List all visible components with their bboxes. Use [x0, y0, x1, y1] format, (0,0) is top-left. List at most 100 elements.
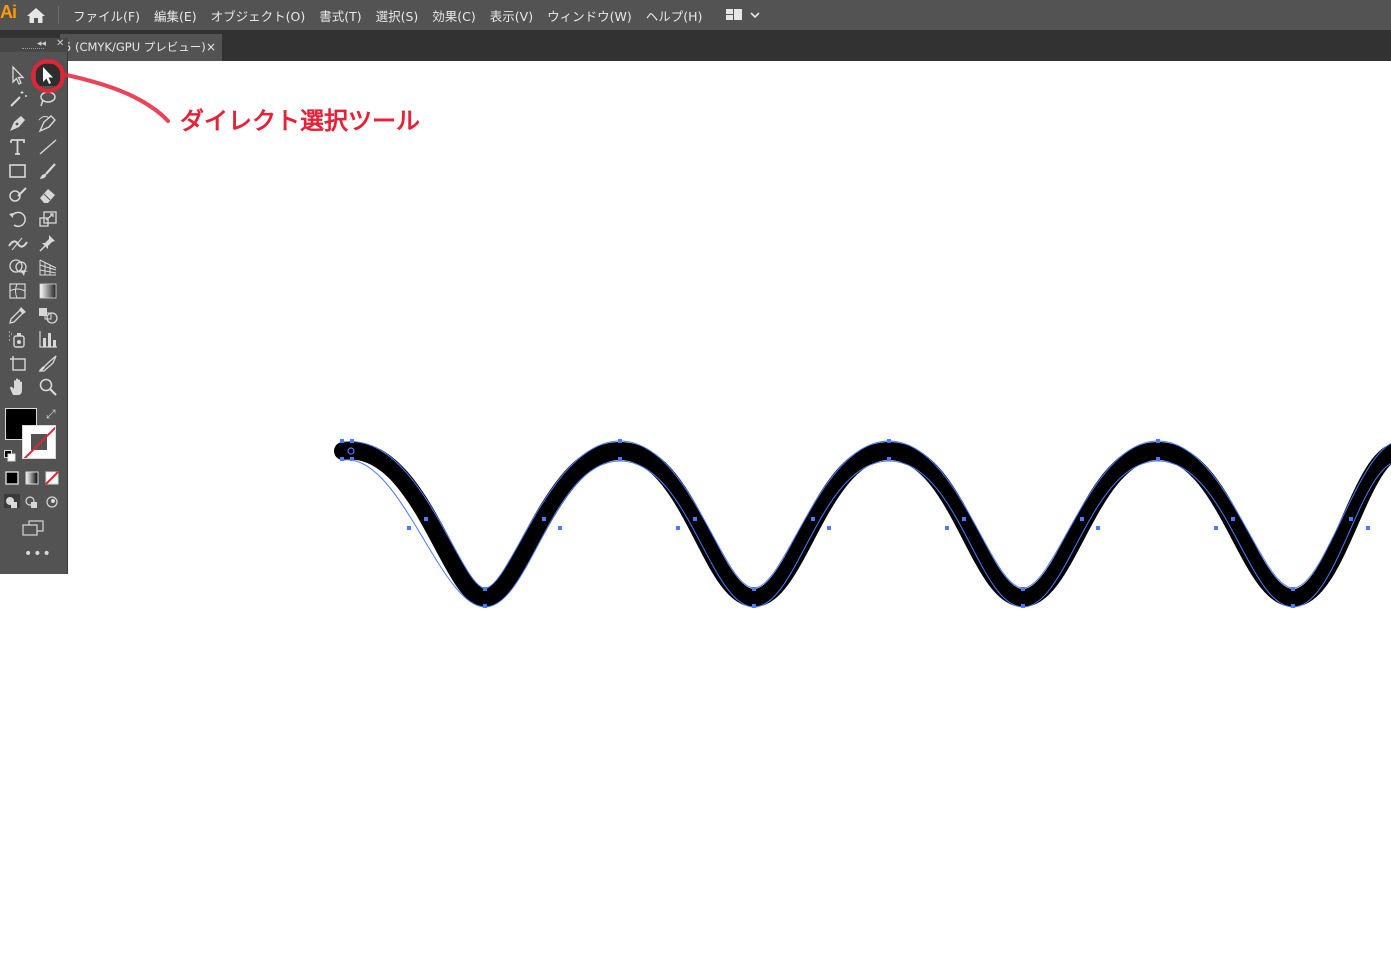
eraser-icon — [40, 189, 55, 203]
rectangle-tool[interactable] — [6, 160, 30, 182]
close-panel-icon[interactable]: ✕ — [56, 38, 64, 50]
solid-color-icon — [5, 471, 19, 485]
anchor-point[interactable] — [1366, 526, 1370, 530]
edit-toolbar-button[interactable]: ••• — [24, 546, 52, 562]
artboard-tool[interactable] — [6, 352, 30, 374]
paintbrush-tool[interactable] — [36, 160, 60, 182]
pen-tool[interactable] — [6, 112, 30, 134]
selection-arrow-icon — [12, 65, 25, 85]
magic-wand-icon — [10, 91, 27, 107]
collapse-panel-icon[interactable]: ◂◂ — [37, 38, 46, 50]
anchor-point[interactable] — [1214, 526, 1218, 530]
magnifier-icon — [39, 378, 57, 396]
anchor-point[interactable] — [1291, 604, 1295, 608]
pushpin-icon — [39, 235, 55, 252]
draw-behind-button[interactable] — [24, 494, 40, 508]
gradient-mode-button[interactable] — [25, 470, 39, 485]
rectangle-icon — [9, 164, 26, 178]
anchor-point[interactable] — [887, 439, 891, 443]
anchor-point[interactable] — [424, 517, 428, 521]
draw-inside-icon — [46, 496, 58, 508]
anchor-point[interactable] — [676, 526, 680, 530]
none-swatch-icon — [45, 471, 59, 485]
width-tool[interactable] — [6, 232, 30, 254]
mesh-icon — [9, 283, 26, 299]
eyedropper-icon — [9, 307, 26, 324]
anchor-point[interactable] — [1291, 587, 1295, 591]
lasso-tool[interactable] — [36, 88, 60, 110]
wave-artwork[interactable] — [0, 0, 1391, 967]
mesh-tool[interactable] — [6, 280, 30, 302]
type-tool[interactable] — [6, 136, 30, 158]
screen-mode-button[interactable] — [21, 519, 45, 537]
anchor-point[interactable] — [407, 526, 411, 530]
anchor-point[interactable] — [558, 526, 562, 530]
anchor-point[interactable] — [1080, 517, 1084, 521]
anchor-point[interactable] — [752, 604, 756, 608]
hand-icon — [10, 378, 22, 395]
rotate-tool[interactable] — [6, 208, 30, 230]
anchor-point[interactable] — [752, 587, 756, 591]
zoom-tool[interactable] — [36, 376, 60, 398]
shaper-tool[interactable] — [6, 184, 30, 206]
anchor-point[interactable] — [693, 517, 697, 521]
draw-inside-button[interactable] — [44, 494, 60, 508]
width-icon — [8, 237, 28, 251]
eyedropper-tool[interactable] — [6, 304, 30, 326]
anchor-point[interactable] — [945, 526, 949, 530]
anchor-point[interactable] — [1349, 517, 1353, 521]
shape-builder-icon — [9, 259, 28, 276]
annotation-label: ダイレクト選択ツール — [180, 107, 420, 135]
anchor-point[interactable] — [1096, 526, 1100, 530]
anchor-point[interactable] — [1021, 604, 1025, 608]
anchor-point[interactable] — [1021, 587, 1025, 591]
gradient-tool[interactable] — [36, 280, 60, 302]
default-fill-stroke-icon[interactable] — [4, 447, 16, 462]
anchor-point[interactable] — [618, 439, 622, 443]
anchor-point[interactable] — [350, 439, 354, 443]
anchor-point[interactable] — [483, 604, 487, 608]
anchor-point[interactable] — [811, 517, 815, 521]
puppet-warp-tool[interactable] — [36, 232, 60, 254]
direct-selection-tool[interactable] — [36, 64, 60, 86]
perspective-grid-icon — [39, 259, 57, 276]
blend-icon — [39, 308, 58, 324]
column-graph-tool[interactable] — [36, 328, 60, 350]
stroke-color-swatch[interactable] — [22, 425, 56, 459]
hand-tool[interactable] — [6, 376, 30, 398]
shaper-icon — [9, 187, 27, 202]
color-mode-button[interactable] — [5, 470, 19, 485]
anchor-point[interactable] — [350, 457, 354, 461]
scale-icon — [39, 211, 57, 227]
anchor-point[interactable] — [340, 439, 344, 443]
anchor-point[interactable] — [340, 457, 344, 461]
blend-tool[interactable] — [36, 304, 60, 326]
symbol-sprayer-tool[interactable] — [6, 328, 30, 350]
column-graph-icon — [39, 331, 57, 348]
anchor-point[interactable] — [542, 517, 546, 521]
anchor-point[interactable] — [618, 457, 622, 461]
curvature-tool[interactable] — [36, 112, 60, 134]
draw-normal-icon — [6, 497, 17, 508]
anchor-point[interactable] — [962, 517, 966, 521]
anchor-point[interactable] — [483, 587, 487, 591]
screen-mode-icon — [22, 520, 44, 536]
perspective-grid-tool[interactable] — [36, 256, 60, 278]
anchor-point[interactable] — [1231, 517, 1235, 521]
lasso-icon — [40, 91, 56, 107]
eraser-tool[interactable] — [36, 184, 60, 206]
anchor-point[interactable] — [1156, 457, 1160, 461]
magic-wand-tool[interactable] — [6, 88, 30, 110]
swap-fill-stroke-icon[interactable]: ⤢ — [46, 407, 56, 422]
tools-panel-header[interactable]: ◂◂ ✕ — [0, 38, 68, 52]
anchor-point[interactable] — [887, 457, 891, 461]
slice-tool[interactable] — [36, 352, 60, 374]
anchor-point[interactable] — [827, 526, 831, 530]
shape-builder-tool[interactable] — [6, 256, 30, 278]
none-mode-button[interactable] — [45, 470, 59, 485]
line-segment-tool[interactable] — [36, 136, 60, 158]
scale-tool[interactable] — [36, 208, 60, 230]
selection-tool[interactable] — [6, 64, 30, 86]
anchor-point[interactable] — [1156, 439, 1160, 443]
draw-normal-button[interactable] — [4, 494, 20, 508]
